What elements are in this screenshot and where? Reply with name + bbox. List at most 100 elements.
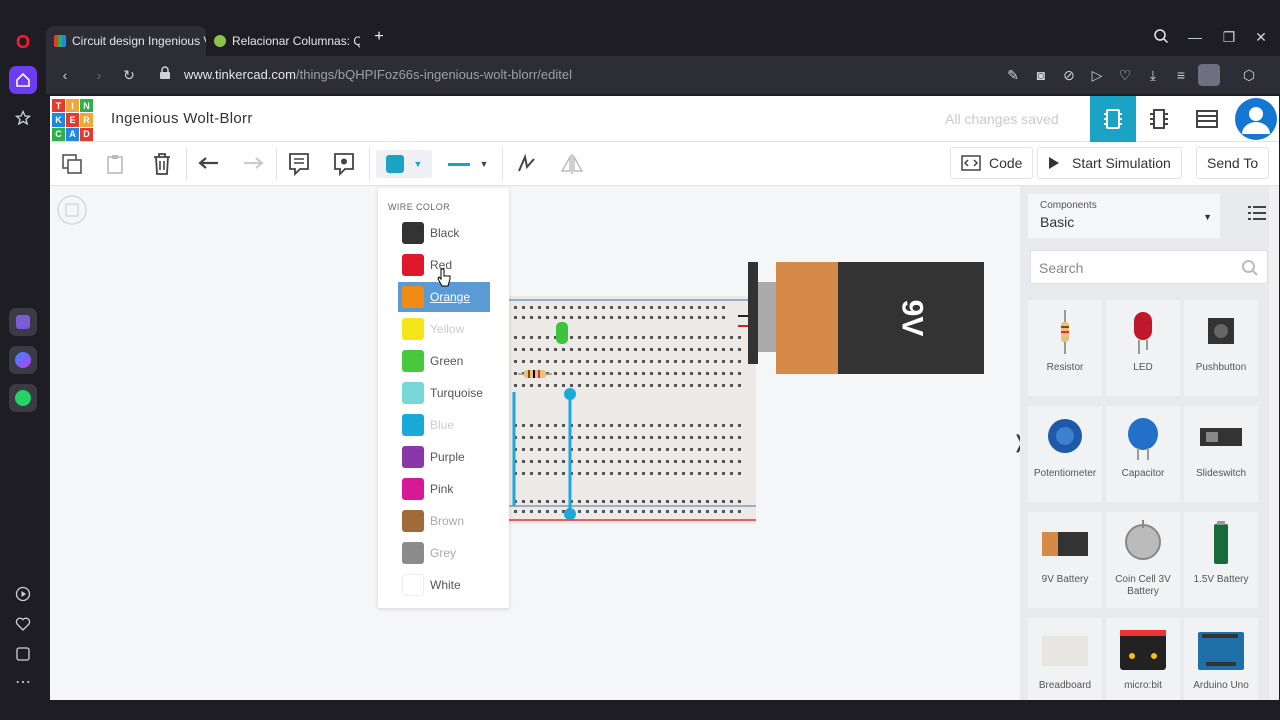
minimize-icon[interactable]: —	[1186, 28, 1204, 46]
edit-page-icon[interactable]: ✎	[1004, 66, 1022, 84]
notes-visibility-icon[interactable]	[330, 150, 358, 178]
heart-icon[interactable]	[9, 610, 37, 638]
tab-relacionar-columnas[interactable]: Relacionar Columnas: Qui	[206, 26, 360, 56]
edit-toolbar: ▼ ▼ Code Start Simulation Send To	[50, 142, 1279, 186]
adblock-icon[interactable]: ⊘	[1060, 66, 1078, 84]
logo-letter: E	[66, 113, 79, 127]
components-scrollbar[interactable]	[1269, 186, 1279, 700]
back-icon[interactable]: ‹	[56, 66, 74, 84]
start-simulation-button[interactable]: Start Simulation	[1037, 147, 1182, 179]
logo-letter: N	[80, 99, 93, 113]
wire-type-dropdown[interactable]: ▼	[440, 150, 496, 178]
circuit-canvas[interactable]: 9V ❭	[50, 186, 1027, 700]
notes-icon[interactable]	[285, 150, 313, 178]
paste-icon[interactable]	[102, 150, 130, 178]
brown-swatch	[402, 510, 424, 532]
copy-icon[interactable]	[58, 150, 86, 178]
color-option-yellow[interactable]: Yellow	[398, 314, 490, 344]
color-label: Orange	[430, 290, 471, 304]
fit-view-icon[interactable]	[56, 194, 92, 230]
camera-icon[interactable]: ◙	[1032, 66, 1050, 84]
toolbar-divider	[502, 148, 503, 180]
toolbar-divider	[369, 148, 370, 180]
url-field[interactable]: www.tinkercad.com/things/bQHPIFoz66s-ing…	[184, 67, 572, 82]
color-option-green[interactable]: Green	[398, 346, 490, 376]
color-option-black[interactable]: Black	[398, 218, 490, 248]
coin-cell-icon	[1125, 520, 1161, 560]
search-tabs-icon[interactable]	[1152, 28, 1170, 46]
schematic-view-button[interactable]	[1136, 96, 1182, 142]
components-category-select[interactable]: Components Basic ▼	[1028, 194, 1220, 238]
color-label: Pink	[430, 482, 454, 496]
component-coin-cell-battery[interactable]: Coin Cell 3V Battery	[1106, 512, 1180, 608]
component-1-5v-battery[interactable]: 1.5V Battery	[1184, 512, 1258, 608]
component-microbit[interactable]: micro:bit	[1106, 618, 1180, 700]
component-potentiometer[interactable]: Potentiometer	[1028, 406, 1102, 502]
extensions-icon[interactable]: ⬡	[1240, 66, 1258, 84]
whatsapp-icon[interactable]	[9, 384, 37, 412]
wire-endpoint[interactable]	[564, 388, 576, 400]
code-button[interactable]: Code	[950, 147, 1034, 179]
circuit-view-button[interactable]	[1090, 96, 1136, 142]
bookmarks-star-icon[interactable]	[9, 104, 37, 132]
component-list-view-button[interactable]	[1184, 96, 1230, 142]
send-to-button[interactable]: Send To	[1196, 147, 1270, 179]
undo-icon[interactable]	[195, 150, 223, 178]
close-icon[interactable]: ✕	[1252, 28, 1270, 46]
wire-endpoint[interactable]	[564, 508, 576, 520]
forward-icon[interactable]: ›	[90, 66, 108, 84]
color-option-grey[interactable]: Grey	[398, 538, 490, 568]
component-9v-battery[interactable]: 9V Battery	[1028, 512, 1102, 608]
component-pushbutton[interactable]: Pushbutton	[1184, 300, 1258, 396]
reload-icon[interactable]: ↻	[120, 66, 138, 84]
user-avatar[interactable]	[1233, 96, 1279, 142]
download-icon[interactable]: ⤓	[1144, 66, 1162, 84]
color-option-turquoise[interactable]: Turquoise	[398, 378, 490, 408]
component-led[interactable]: LED	[1106, 300, 1180, 396]
black-swatch	[402, 222, 424, 244]
tab-circuit-design[interactable]: Circuit design Ingenious V	[46, 26, 206, 56]
tinkercad-logo[interactable]: T I N K E R C A D	[52, 99, 94, 141]
wire-color-dropdown[interactable]: ▼	[376, 150, 432, 178]
opera-logo-icon[interactable]: O	[9, 28, 37, 56]
list-view-icon[interactable]	[1248, 206, 1266, 225]
home-icon[interactable]	[9, 66, 37, 94]
component-slideswitch[interactable]: Slideswitch	[1184, 406, 1258, 502]
component-breadboard[interactable]: Breadboard	[1028, 618, 1102, 700]
component-label: Breadboard	[1038, 680, 1092, 691]
history-icon[interactable]	[9, 640, 37, 668]
battery-aa-icon	[1214, 521, 1228, 564]
player-icon[interactable]	[9, 580, 37, 608]
component-arduino-uno[interactable]: Arduino Uno	[1184, 618, 1258, 700]
chevron-down-icon: ▼	[1203, 212, 1212, 222]
component-resistor[interactable]: Resistor	[1028, 300, 1102, 396]
rotate-icon[interactable]	[512, 150, 540, 178]
profile-icon[interactable]	[1198, 64, 1220, 86]
color-label: Purple	[430, 450, 465, 464]
play-icon[interactable]: ▷	[1088, 66, 1106, 84]
new-tab-button[interactable]: +	[370, 28, 388, 46]
messenger-icon[interactable]	[9, 346, 37, 374]
flip-icon[interactable]	[558, 150, 586, 178]
breadboard[interactable]	[508, 296, 758, 526]
wire-color-menu-title: WIRE COLOR	[388, 202, 451, 212]
menu-icon[interactable]: ≡	[1172, 66, 1190, 84]
led-component[interactable]	[556, 322, 568, 344]
color-option-brown[interactable]: Brown	[398, 506, 490, 536]
app-icon[interactable]	[9, 308, 37, 336]
component-search-input[interactable]: Search	[1030, 250, 1268, 284]
logo-letter: A	[66, 127, 79, 141]
delete-icon[interactable]	[148, 150, 176, 178]
component-capacitor[interactable]: Capacitor	[1106, 406, 1180, 502]
more-icon[interactable]: ⋯	[9, 668, 37, 696]
color-option-white[interactable]: White	[398, 570, 490, 600]
redo-icon[interactable]	[239, 150, 267, 178]
favorite-icon[interactable]: ♡	[1116, 66, 1134, 84]
project-title[interactable]: Ingenious Wolt-Blorr	[111, 110, 253, 127]
color-option-blue[interactable]: Blue	[398, 410, 490, 440]
restore-icon[interactable]: ❐	[1220, 28, 1238, 46]
nine-volt-battery[interactable]: 9V	[748, 262, 984, 374]
orange-swatch	[402, 286, 424, 308]
color-option-pink[interactable]: Pink	[398, 474, 490, 504]
color-option-purple[interactable]: Purple	[398, 442, 490, 472]
